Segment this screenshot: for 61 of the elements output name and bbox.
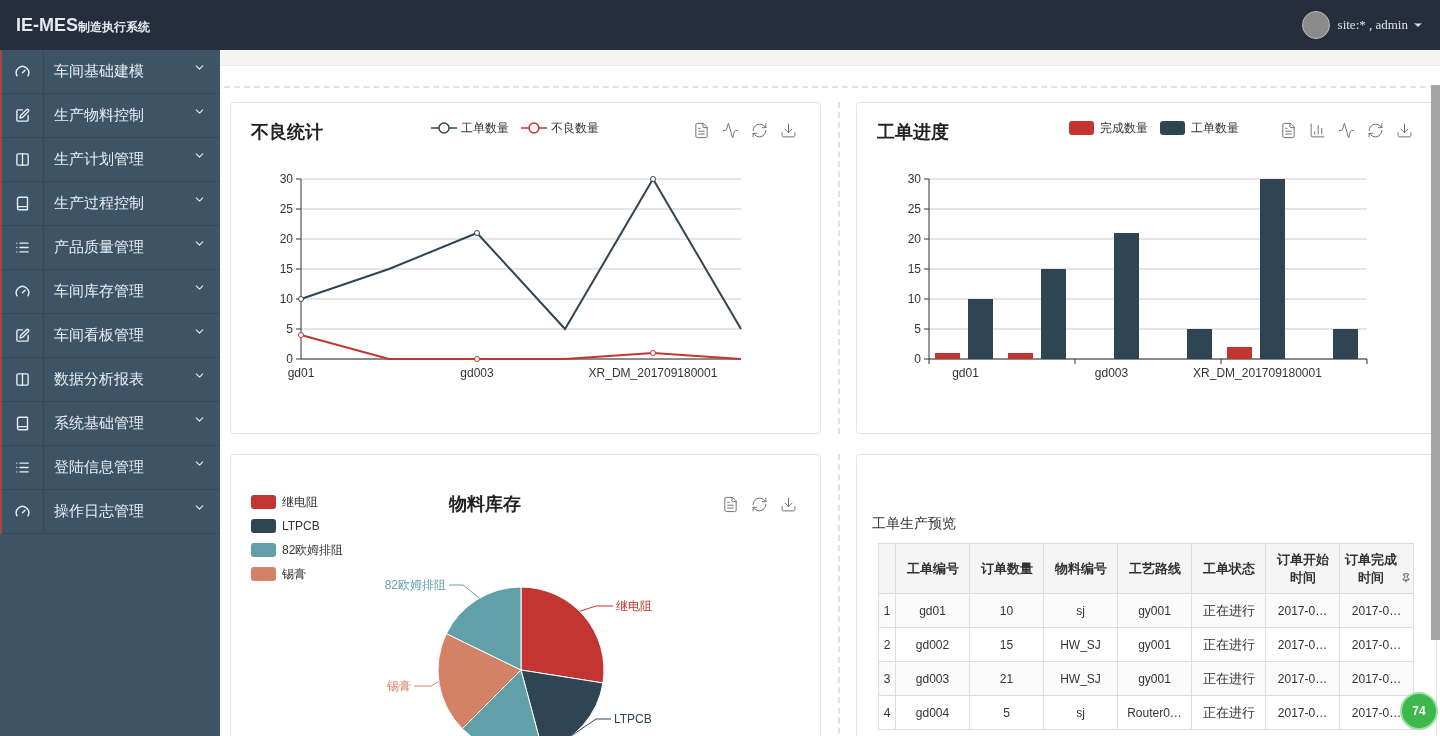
table-cell: 5 — [969, 695, 1044, 730]
table-cell: gy001 — [1117, 593, 1192, 628]
slice-label: LTPCB — [614, 712, 652, 726]
table-cell: 21 — [969, 661, 1044, 696]
table-cell: 2017-0… — [1265, 593, 1340, 628]
table-cell: gd004 — [895, 695, 970, 730]
axis-tick-label: gd01 — [287, 366, 315, 380]
slice-label: 继电阻 — [616, 599, 652, 613]
axis-tick-label: 15 — [907, 262, 921, 276]
table-cell: sj — [1043, 695, 1118, 730]
axis-tick-label: gd003 — [1094, 366, 1129, 380]
table-cell: 15 — [969, 627, 1044, 662]
axis-tick-label: 30 — [279, 172, 293, 186]
axis-tick-label: 25 — [279, 202, 293, 216]
table-cell: 2017-0… — [1339, 593, 1414, 628]
axis-tick-label: gd003 — [460, 366, 494, 380]
table-cell: gd002 — [895, 627, 970, 662]
axis-tick-label: 0 — [286, 352, 293, 366]
axis-tick-label: 10 — [907, 292, 921, 306]
table-cell: 正在进行 — [1191, 661, 1266, 696]
row-number: 4 — [878, 695, 896, 730]
table-cell: HW_SJ — [1043, 627, 1118, 662]
axis-tick-label: 5 — [286, 322, 293, 336]
axis-tick-label: 10 — [279, 292, 293, 306]
table-cell: gy001 — [1117, 627, 1192, 662]
table-cell: 正在进行 — [1191, 593, 1266, 628]
table-cell: 2017-0… — [1339, 627, 1414, 662]
table-title: 工单生产预览 — [872, 514, 957, 533]
table-cell: 2017-0… — [1265, 627, 1340, 662]
panel-title: 工单进度 — [877, 121, 950, 144]
table-cell: 正在进行 — [1191, 627, 1266, 662]
panel-title: 物料库存 — [449, 493, 521, 516]
axis-tick-label: XR_DM_201709180001 — [588, 366, 718, 380]
table-cell: Router0… — [1117, 695, 1192, 730]
table-cell: 正在进行 — [1191, 695, 1266, 730]
table-cell: gy001 — [1117, 661, 1192, 696]
table-cell: 10 — [969, 593, 1044, 628]
axis-tick-label: 5 — [914, 322, 921, 336]
slice-label: 82欧姆排阻 — [384, 578, 446, 592]
axis-tick-label: 20 — [279, 232, 293, 246]
table-cell: 2017-0… — [1339, 661, 1414, 696]
axis-tick-label: 0 — [914, 352, 921, 366]
table-cell: gd003 — [895, 661, 970, 696]
table-cell: 2017-0… — [1265, 695, 1340, 730]
axis-tick-label: XR_DM_201709180001 — [1193, 366, 1322, 380]
row-number: 2 — [878, 627, 896, 662]
axis-tick-label: gd01 — [952, 366, 979, 380]
axis-tick-label: 30 — [907, 172, 921, 186]
table-cell: HW_SJ — [1043, 661, 1118, 696]
table-cell: gd01 — [895, 593, 970, 628]
axis-tick-label: 15 — [279, 262, 293, 276]
row-number: 3 — [878, 661, 896, 696]
slice-label: 锡膏 — [387, 679, 411, 693]
axis-tick-label: 25 — [907, 202, 921, 216]
axis-tick-label: 20 — [907, 232, 921, 246]
logo-subtitle: 制造执行系统 — [78, 20, 150, 36]
panel-title: 不良统计 — [251, 121, 324, 144]
logo: IE-MES — [16, 13, 78, 37]
row-number: 1 — [878, 593, 896, 628]
table-cell: sj — [1043, 593, 1118, 628]
table-cell: 2017-0… — [1265, 661, 1340, 696]
